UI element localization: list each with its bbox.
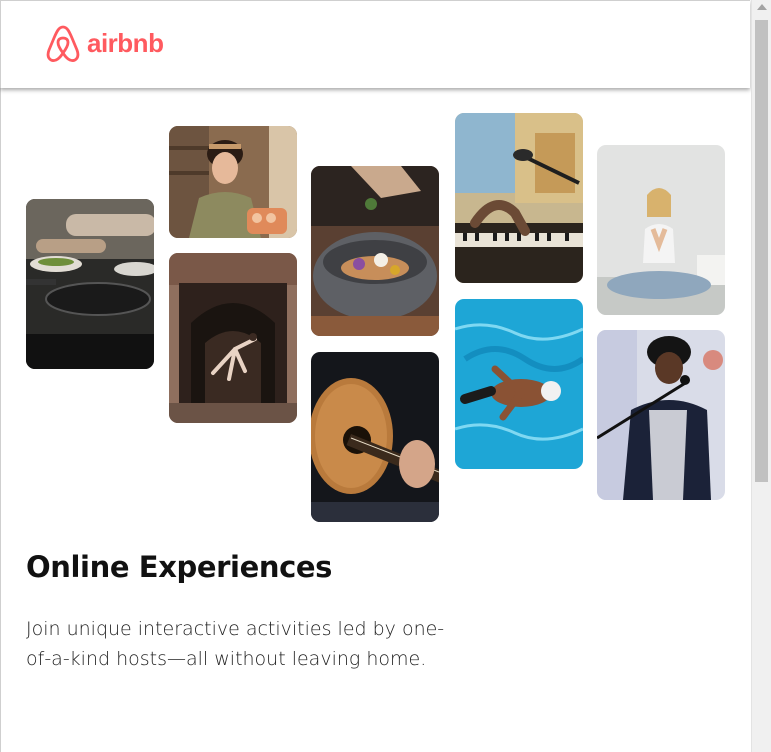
top-navbar: airbnb <box>0 0 750 88</box>
baker-woman-photo <box>169 126 297 238</box>
brand-name: airbnb <box>87 27 164 58</box>
piano-microphone-photo <box>455 113 583 283</box>
guitar-photo <box>311 352 439 522</box>
scroll-up-arrow-icon[interactable] <box>757 4 767 10</box>
cooking-pan-photo <box>26 199 154 369</box>
swimmer-pool-photo <box>455 299 583 469</box>
page-title: Online Experiences <box>26 550 333 584</box>
page-description: Join unique interactive activities led b… <box>26 618 445 670</box>
airbnb-belo-icon <box>46 25 80 62</box>
airbnb-logo-link[interactable]: airbnb <box>45 23 164 63</box>
vertical-scrollbar[interactable] <box>751 0 771 752</box>
scrollbar-thumb[interactable] <box>755 20 768 482</box>
dancer-archway-photo <box>169 253 297 423</box>
yoga-woman-photo <box>597 145 725 315</box>
food-bowl-photo <box>311 166 439 336</box>
singer-microphone-photo <box>597 330 725 500</box>
